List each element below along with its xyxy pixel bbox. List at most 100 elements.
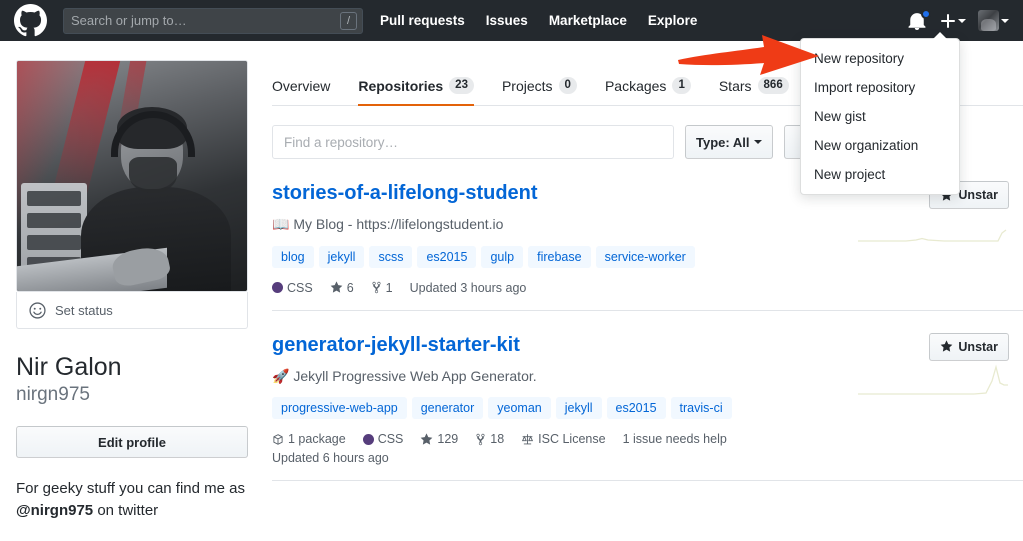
global-search-placeholder: Search or jump to… xyxy=(71,13,187,28)
repository-stars[interactable]: 6 xyxy=(330,281,354,295)
menu-item-new-organization[interactable]: New organization xyxy=(801,131,959,160)
tab-projects[interactable]: Projects 0 xyxy=(502,77,577,105)
tab-packages[interactable]: Packages 1 xyxy=(605,77,691,105)
search-shortcut-key: / xyxy=(340,11,357,30)
topic-tag[interactable]: gulp xyxy=(481,245,524,268)
nav-item-pull-requests[interactable]: Pull requests xyxy=(380,13,465,28)
edit-profile-button[interactable]: Edit profile xyxy=(16,426,248,459)
repository-forks[interactable]: 18 xyxy=(475,432,504,446)
github-logo-icon[interactable] xyxy=(14,4,47,37)
repository-updated: Updated 3 hours ago xyxy=(409,280,527,295)
repository-forks[interactable]: 1 xyxy=(371,281,393,295)
topic-tag[interactable]: es2015 xyxy=(606,397,666,420)
create-new-button[interactable] xyxy=(940,13,966,29)
profile-full-name: Nir Galon xyxy=(16,353,122,381)
repository-name-link[interactable]: stories-of-a-lifelong-student xyxy=(272,182,538,204)
tab-projects-label: Projects xyxy=(501,77,553,94)
chevron-down-icon xyxy=(958,18,966,23)
repository-metadata: 1 package CSS 129 18 ISC License 1 issue… xyxy=(272,432,832,465)
language-color-dot xyxy=(362,433,374,445)
nav-item-marketplace[interactable]: Marketplace xyxy=(549,13,627,28)
repository-language: CSS xyxy=(272,281,313,295)
tab-overview[interactable]: Overview xyxy=(272,78,330,105)
type-filter-button[interactable]: Type: All xyxy=(685,125,774,159)
notifications-button[interactable] xyxy=(908,8,931,32)
fork-icon xyxy=(372,281,381,294)
commit-activity-sparkline xyxy=(854,211,1009,245)
tab-repositories[interactable]: Repositories 23 xyxy=(358,77,474,106)
star-count: 129 xyxy=(437,432,459,447)
smiley-icon xyxy=(29,301,46,319)
repository-emoji: 📖 xyxy=(272,216,290,232)
repository-metadata: CSS 6 1 Updated 3 hours ago xyxy=(272,281,832,295)
nav-item-explore[interactable]: Explore xyxy=(648,13,698,28)
tab-packages-label: Packages xyxy=(604,77,667,94)
repository-topics: progressive-web-app generator yeoman jek… xyxy=(272,397,1023,420)
topic-tag[interactable]: jekyll xyxy=(555,397,602,420)
create-new-dropdown-menu: New repository Import repository New gis… xyxy=(800,38,960,195)
profile-bio: For geeky stuff you can find me as @nirg… xyxy=(16,478,248,522)
global-header: Search or jump to… / Pull requests Issue… xyxy=(0,0,1023,41)
bio-twitter-handle[interactable]: @nirgn975 xyxy=(16,502,93,519)
repository-list-item: generator-jekyll-starter-kit 🚀 Jekyll Pr… xyxy=(272,311,1023,482)
language-name: CSS xyxy=(287,280,313,295)
tab-projects-count: 0 xyxy=(558,77,577,94)
repository-description: 📖 My Blog - https://lifelongstudent.io xyxy=(272,215,792,235)
repository-packages[interactable]: 1 package xyxy=(272,432,346,446)
find-repository-input[interactable]: Find a repository… xyxy=(272,125,674,159)
profile-avatar[interactable] xyxy=(16,60,248,292)
header-avatar xyxy=(978,10,999,31)
repository-description-text: Jekyll Progressive Web App Generator. xyxy=(293,367,537,384)
repository-issue-help[interactable]: 1 issue needs help xyxy=(623,432,727,446)
repository-license: ISC License xyxy=(521,432,606,447)
repository-language: CSS xyxy=(362,432,403,446)
star-count: 6 xyxy=(346,280,354,295)
fork-count: 1 xyxy=(385,280,393,295)
repository-stars[interactable]: 129 xyxy=(420,432,458,446)
repository-name-link[interactable]: generator-jekyll-starter-kit xyxy=(272,334,520,356)
topic-tag[interactable]: blog xyxy=(272,245,314,268)
tab-stars[interactable]: Stars 866 xyxy=(719,77,789,105)
tab-stars-count: 866 xyxy=(757,77,789,94)
license-name: ISC License xyxy=(538,432,606,447)
set-status-label: Set status xyxy=(55,302,113,318)
topic-tag[interactable]: travis-ci xyxy=(670,397,732,420)
tab-repositories-label: Repositories xyxy=(358,77,444,94)
global-search-input[interactable]: Search or jump to… / xyxy=(63,7,363,34)
nav-item-issues[interactable]: Issues xyxy=(486,13,528,28)
tab-stars-label: Stars xyxy=(718,77,752,94)
menu-item-new-project[interactable]: New project xyxy=(801,160,959,189)
notification-indicator-dot xyxy=(921,8,931,19)
topic-tag[interactable]: firebase xyxy=(528,245,591,268)
topic-tag[interactable]: yeoman xyxy=(488,397,551,420)
repository-description: 🚀 Jekyll Progressive Web App Generator. xyxy=(272,367,792,387)
tab-packages-count: 1 xyxy=(672,77,691,94)
star-icon xyxy=(421,433,433,445)
account-menu-button[interactable] xyxy=(978,10,1009,31)
topic-tag[interactable]: service-worker xyxy=(595,245,695,268)
unstar-button-label: Unstar xyxy=(958,339,998,354)
header-nav: Pull requests Issues Marketplace Explore xyxy=(380,13,718,28)
topic-tag[interactable]: generator xyxy=(411,397,484,420)
menu-item-new-gist[interactable]: New gist xyxy=(801,102,959,131)
language-color-dot xyxy=(272,282,283,294)
profile-username: nirgn975 xyxy=(16,384,90,406)
type-filter-label: Type: All xyxy=(696,134,750,150)
profile-sidebar: Set status Nir Galon nirgn975 Edit profi… xyxy=(16,60,248,522)
menu-item-import-repository[interactable]: Import repository xyxy=(801,73,959,102)
bio-text-start: For geeky stuff you can find me as xyxy=(16,480,246,498)
topic-tag[interactable]: es2015 xyxy=(417,245,477,268)
law-scale-icon xyxy=(522,433,534,445)
topic-tag[interactable]: scss xyxy=(369,245,413,268)
package-icon xyxy=(273,433,283,445)
unstar-button[interactable]: Unstar xyxy=(929,332,1009,361)
set-status-button[interactable]: Set status xyxy=(16,292,248,329)
topic-tag[interactable]: jekyll xyxy=(318,245,365,268)
bio-text-end: on twitter xyxy=(93,501,159,519)
fork-count: 18 xyxy=(490,432,505,447)
tab-overview-label: Overview xyxy=(272,78,331,94)
fork-icon xyxy=(476,433,485,445)
header-actions xyxy=(908,8,1009,32)
menu-item-new-repository[interactable]: New repository xyxy=(801,44,959,73)
topic-tag[interactable]: progressive-web-app xyxy=(272,397,407,420)
